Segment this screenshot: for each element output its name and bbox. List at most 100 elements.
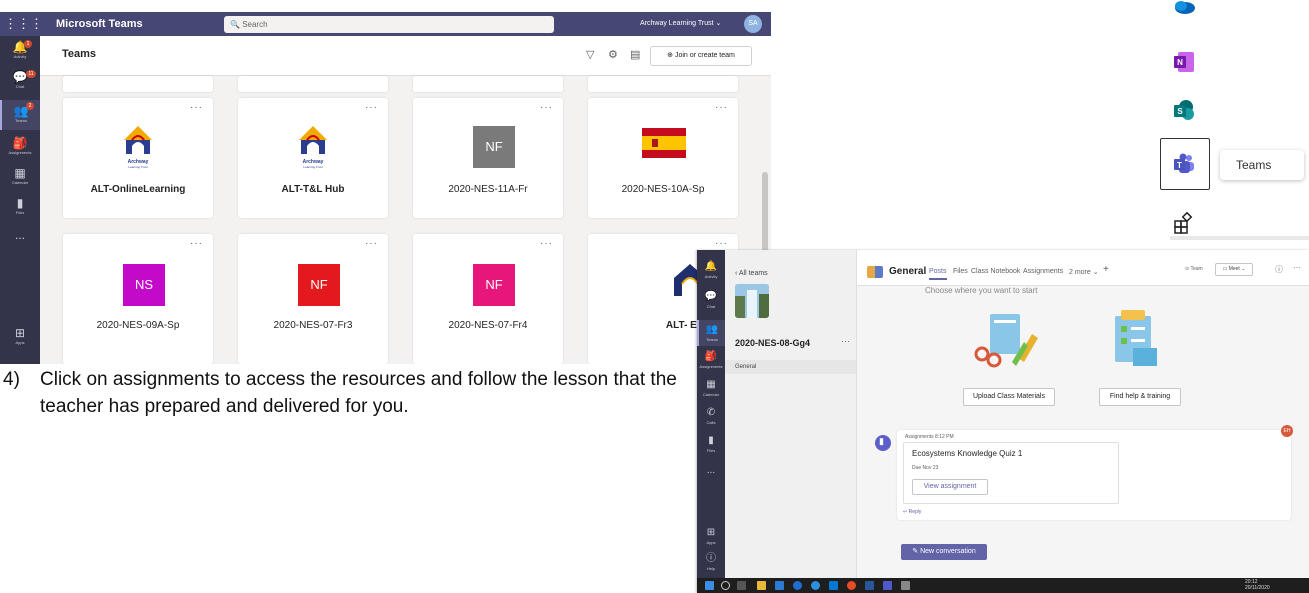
more-options-icon[interactable]: ··· xyxy=(540,102,553,113)
new-conversation-button[interactable]: ✎ New conversation xyxy=(901,544,987,560)
sharepoint-icon[interactable]: S xyxy=(1172,98,1196,122)
back-label: All teams xyxy=(738,270,768,277)
view-assignment-button[interactable]: View assignment xyxy=(912,479,988,495)
rail-item-chat[interactable]: 💬 Chat xyxy=(697,290,725,309)
find-help-training-button[interactable]: Find help & training xyxy=(1099,388,1181,406)
system-clock[interactable]: 20:12 20/11/2020 xyxy=(1245,579,1270,591)
team-card[interactable]: ··· Archway Learning Trust ALT-OnlineLea… xyxy=(63,98,213,218)
rail-label: Files xyxy=(15,210,25,215)
add-tab-icon[interactable]: + xyxy=(1103,264,1109,275)
chat-badge: 11 xyxy=(26,70,36,78)
channel-item-general[interactable]: General xyxy=(725,360,856,374)
chrome-icon[interactable] xyxy=(847,581,856,590)
app-launcher-icon[interactable]: ⋮⋮⋮ xyxy=(4,12,43,36)
team-card-clipped[interactable] xyxy=(238,76,388,92)
team-card[interactable]: ··· NF 2020-NES-11A-Fr xyxy=(413,98,563,218)
more-options-icon[interactable]: ··· xyxy=(365,238,378,249)
tab-more[interactable]: 2 more ⌄ xyxy=(1069,268,1099,276)
teams-icon[interactable]: T xyxy=(1172,152,1196,176)
meet-button[interactable]: ▭ Meet ⌄ xyxy=(1215,263,1253,276)
activity-badge: 1 xyxy=(24,40,32,48)
team-card-clipped[interactable] xyxy=(63,76,213,92)
more-options-icon[interactable]: ··· xyxy=(715,102,728,113)
tab-files[interactable]: Files xyxy=(953,268,968,275)
teams-icon[interactable] xyxy=(883,581,892,590)
more-options-icon[interactable]: ··· xyxy=(715,238,728,249)
rail-label: Chat xyxy=(15,84,25,89)
file-explorer-icon[interactable] xyxy=(757,581,766,590)
edge-icon[interactable] xyxy=(811,581,820,590)
assignment-post: Assignments 8:12 PM EH Ecosystems Knowle… xyxy=(897,425,1293,520)
more-options-icon[interactable]: ··· xyxy=(540,238,553,249)
tab-posts[interactable]: Posts xyxy=(929,268,947,280)
apps-icon[interactable] xyxy=(1172,212,1196,236)
bell-icon: 🔔 xyxy=(704,261,718,272)
rail-item-activity[interactable]: 🔔 Activity 1 xyxy=(0,40,40,59)
rail-item-assignments[interactable]: 🎒 Assignments xyxy=(697,350,725,369)
svg-text:T: T xyxy=(1177,161,1182,170)
windows-start-icon[interactable] xyxy=(705,581,714,590)
rail-item-teams[interactable]: 👥 Teams 2 xyxy=(0,100,40,130)
reply-link[interactable]: ↩ Reply xyxy=(903,509,921,515)
ie-icon[interactable] xyxy=(793,581,802,590)
team-card[interactable]: ··· 2020-NES-10A-Sp xyxy=(588,98,738,218)
rail-item-calendar[interactable]: ▦ Calendar xyxy=(697,378,725,397)
team-card-clipped[interactable] xyxy=(413,76,563,92)
join-or-create-team-button[interactable]: ⊕ Join or create team xyxy=(650,46,752,66)
store-icon[interactable] xyxy=(775,581,784,590)
team-card[interactable]: ··· NF 2020-NES-07-Fr4 xyxy=(413,234,563,364)
team-card[interactable]: ··· Archway Learning Trust ALT-T&L Hub xyxy=(238,98,388,218)
post-meta: Assignments 8:12 PM xyxy=(905,434,954,440)
rail-item-chat[interactable]: 💬 Chat 11 xyxy=(0,70,40,89)
onenote-icon[interactable]: N xyxy=(1172,50,1196,74)
more-options-icon[interactable]: ··· xyxy=(190,102,203,113)
team-chip[interactable]: ⊙ Team xyxy=(1185,266,1203,272)
more-options-icon[interactable]: ··· xyxy=(365,102,378,113)
tab-class-notebook[interactable]: Class Notebook xyxy=(971,268,1020,275)
rail-item-calls[interactable]: ✆ Calls xyxy=(697,406,725,425)
settings-icon[interactable]: ⚙ xyxy=(608,48,618,61)
upload-class-materials-button[interactable]: Upload Class Materials xyxy=(963,388,1055,406)
task-view-icon[interactable] xyxy=(737,581,746,590)
info-icon[interactable]: ⓘ xyxy=(1275,264,1283,275)
search-icon[interactable] xyxy=(721,581,730,590)
rail-item-activity[interactable]: 🔔 Activity xyxy=(697,260,725,279)
waterfall-image xyxy=(735,284,769,318)
outlook-icon[interactable] xyxy=(829,581,838,590)
search-input[interactable]: 🔍 Search xyxy=(224,16,554,33)
manage-teams-icon[interactable]: ▤ xyxy=(630,48,640,61)
rail-item-assignments[interactable]: 🎒 Assignments xyxy=(0,136,40,155)
app-icon[interactable] xyxy=(901,581,910,590)
due-date: Due Nov 23 xyxy=(912,465,939,471)
team-card-clipped[interactable] xyxy=(588,76,738,92)
assignment-card[interactable]: Ecosystems Knowledge Quiz 1 Due Nov 23 V… xyxy=(903,442,1119,504)
avatar[interactable]: SA xyxy=(744,15,762,33)
app-strip-screenshot: N S T Teams xyxy=(1150,0,1309,240)
rail-item-teams[interactable]: 👥 Teams xyxy=(697,320,725,346)
onedrive-icon[interactable] xyxy=(1172,0,1196,18)
rail-label: Apps xyxy=(706,540,716,545)
all-teams-link[interactable]: ‹ All teams xyxy=(735,270,768,277)
more-options-icon[interactable]: ··· xyxy=(841,336,850,346)
tab-assignments[interactable]: Assignments xyxy=(1023,268,1063,275)
rail-item-more[interactable]: ... xyxy=(697,464,725,478)
more-options-icon[interactable]: ··· xyxy=(1293,263,1301,272)
org-switcher[interactable]: Archway Learning Trust ⌄ xyxy=(640,12,721,36)
rail-item-calendar[interactable]: ▦ Calendar xyxy=(0,166,40,185)
rail-item-files[interactable]: ▮ Files xyxy=(0,196,40,215)
filter-icon[interactable]: ▽ xyxy=(586,48,594,61)
word-icon[interactable] xyxy=(865,581,874,590)
rail-item-help[interactable]: ⓘ Help xyxy=(697,552,725,571)
rail-item-more[interactable]: ... xyxy=(0,228,40,242)
more-icon: ... xyxy=(14,228,25,242)
team-card[interactable]: ··· NS 2020-NES-09A-Sp xyxy=(63,234,213,364)
team-card[interactable]: ··· NF 2020-NES-07-Fr3 xyxy=(238,234,388,364)
team-initials-tile: NS xyxy=(123,264,165,306)
rail-item-apps[interactable]: ⊞ Apps xyxy=(697,526,725,545)
rail-label: Calendar xyxy=(11,180,29,185)
rail-item-apps[interactable]: ⊞ Apps xyxy=(0,326,40,345)
rail-item-files[interactable]: ▮ Files xyxy=(697,434,725,453)
more-options-icon[interactable]: ··· xyxy=(190,238,203,249)
archway-logo xyxy=(124,126,152,154)
team-name: 2020-NES-07-Fr4 xyxy=(448,320,528,331)
